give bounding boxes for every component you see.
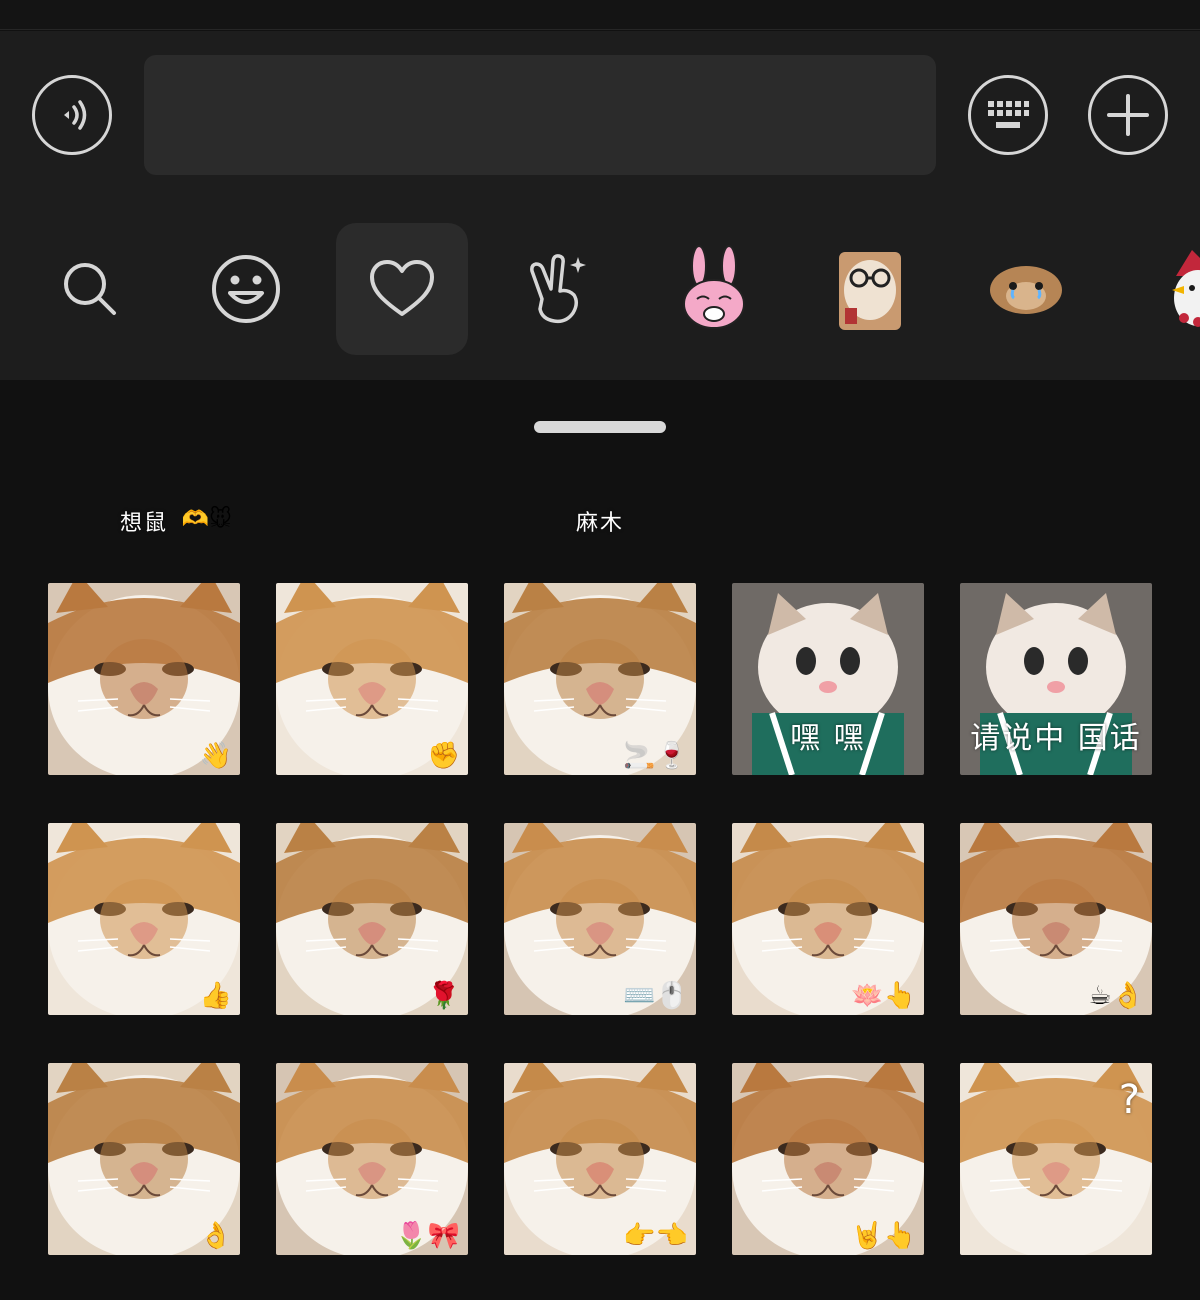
sticker-tab-bar <box>0 201 1200 380</box>
sticker-item[interactable]: 🚬🍷 <box>504 583 696 775</box>
tab-search[interactable] <box>24 223 156 355</box>
sticker-decoration: 🚬🍷 <box>623 741 688 771</box>
sticker-decoration: ☕👌 <box>1088 981 1144 1011</box>
sticker-item[interactable]: ⌨️🖱️ <box>504 823 696 1015</box>
sticker-decoration: 🌷🎀 <box>395 1221 460 1251</box>
sticker-decoration: 🪷👆 <box>851 981 916 1011</box>
panel-drag-handle[interactable] <box>534 421 666 433</box>
chat-input-bar <box>0 31 1200 201</box>
sticker-item[interactable]: 👍 <box>48 823 240 1015</box>
tab-bunny-pack[interactable] <box>648 223 780 355</box>
sticker-decoration: 🤘👆 <box>851 1221 916 1251</box>
sticker-caption: ? <box>1118 1077 1142 1123</box>
crying-hamster-icon <box>990 266 1062 314</box>
sticker-decoration: 🌹 <box>427 981 460 1011</box>
pink-bunny-icon <box>683 245 745 329</box>
sticker-decoration: 👉👈 <box>623 1221 688 1251</box>
sticker-decoration: 👋 <box>199 741 232 771</box>
sticker-item[interactable]: ? <box>960 1063 1152 1255</box>
sticker-item[interactable]: 🌹 <box>276 823 468 1015</box>
smiley-icon <box>212 255 280 323</box>
hamster-glasses-icon <box>839 252 901 330</box>
search-icon <box>64 263 116 315</box>
sticker-decoration: ⌨️🖱️ <box>623 981 688 1011</box>
sticker-item[interactable] <box>276 475 468 535</box>
sticker-caption: 嘿 嘿 <box>790 721 866 756</box>
sticker-item[interactable]: 👌 <box>48 1063 240 1255</box>
sticker-item[interactable]: 🪷👆 <box>732 823 924 1015</box>
sticker-decoration: 👍 <box>199 981 232 1011</box>
tab-crying-hamster-pack[interactable] <box>960 223 1092 355</box>
tab-emoji[interactable] <box>180 223 312 355</box>
top-strip <box>0 0 1200 30</box>
victory-hand-icon <box>530 254 586 324</box>
sticker-item[interactable] <box>960 475 1152 535</box>
bird-icon <box>1172 250 1200 327</box>
sticker-item[interactable]: 🌷🎀 <box>276 1063 468 1255</box>
sticker-item[interactable]: 👉👈 <box>504 1063 696 1255</box>
sticker-item[interactable]: 麻木 <box>504 475 696 535</box>
voice-input-icon <box>64 100 87 130</box>
tab-bird-pack[interactable] <box>1116 223 1200 355</box>
keyboard-button[interactable] <box>968 75 1048 155</box>
sticker-grid: 🫶🐭 想鼠 麻木 👋 ✊ 🚬🍷 嘿 嘿 请说中 国话 👍 🌹 ⌨️🖱️ 🪷👆 ☕… <box>0 475 1200 1300</box>
voice-input-button[interactable] <box>32 75 112 155</box>
sticker-item[interactable]: 🫶🐭 想鼠 <box>48 475 240 536</box>
sticker-item[interactable]: 请说中 国话 <box>960 583 1152 775</box>
sticker-decoration: ✊ <box>427 741 460 771</box>
tab-favorites[interactable] <box>336 223 468 355</box>
sticker-item[interactable]: 👋 <box>48 583 240 775</box>
tab-hamster-glasses-pack[interactable] <box>804 223 936 355</box>
keyboard-icon <box>988 101 1029 128</box>
sticker-item[interactable]: 🤘👆 <box>732 1063 924 1255</box>
sticker-caption: 请说中 国话 <box>970 721 1142 756</box>
plus-icon <box>1107 94 1149 136</box>
heart-icon <box>370 260 434 316</box>
sticker-item[interactable]: ✊ <box>276 583 468 775</box>
sticker-caption: 想鼠 <box>119 511 168 535</box>
sticker-decoration: 👌 <box>199 1221 232 1251</box>
tab-gesture[interactable] <box>492 223 624 355</box>
more-options-button[interactable] <box>1088 75 1168 155</box>
message-input[interactable] <box>144 55 936 175</box>
sticker-item[interactable] <box>732 475 924 535</box>
sticker-caption: 麻木 <box>575 511 624 535</box>
sticker-item[interactable]: 嘿 嘿 <box>732 583 924 775</box>
sticker-item[interactable]: ☕👌 <box>960 823 1152 1015</box>
